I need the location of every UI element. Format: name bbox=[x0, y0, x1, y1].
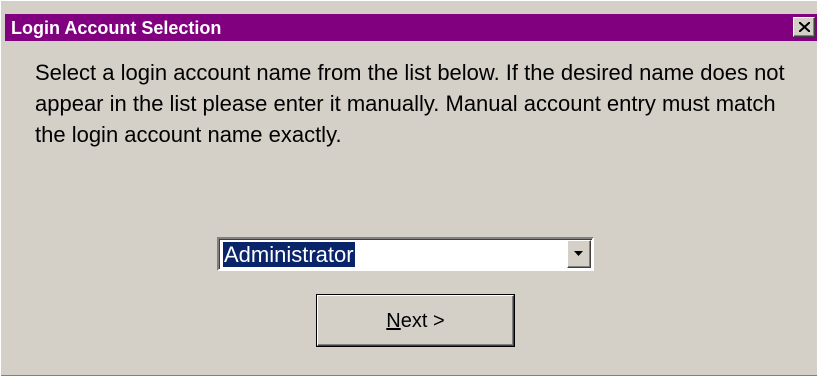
close-icon bbox=[799, 22, 810, 32]
selected-account[interactable]: Administrator bbox=[223, 242, 355, 267]
dialog-title: Login Account Selection bbox=[11, 18, 222, 38]
login-account-dialog: Login Account Selection Select a login a… bbox=[0, 0, 817, 376]
close-button[interactable] bbox=[793, 17, 815, 37]
next-button-face[interactable]: Next > bbox=[317, 295, 514, 346]
next-arrow: > bbox=[433, 310, 445, 332]
next-label-rest: ext bbox=[400, 310, 428, 332]
next-button-label: Next > bbox=[318, 308, 513, 334]
chevron-down-icon bbox=[574, 251, 583, 256]
dropdown-button[interactable] bbox=[567, 240, 591, 268]
title-bar: Login Account Selection bbox=[5, 14, 817, 41]
next-button[interactable]: Next > bbox=[316, 294, 515, 347]
instruction-text: Select a login account name from the lis… bbox=[35, 60, 785, 147]
next-mnemonic: N bbox=[386, 310, 401, 332]
account-combobox[interactable]: Administrator bbox=[217, 237, 594, 271]
